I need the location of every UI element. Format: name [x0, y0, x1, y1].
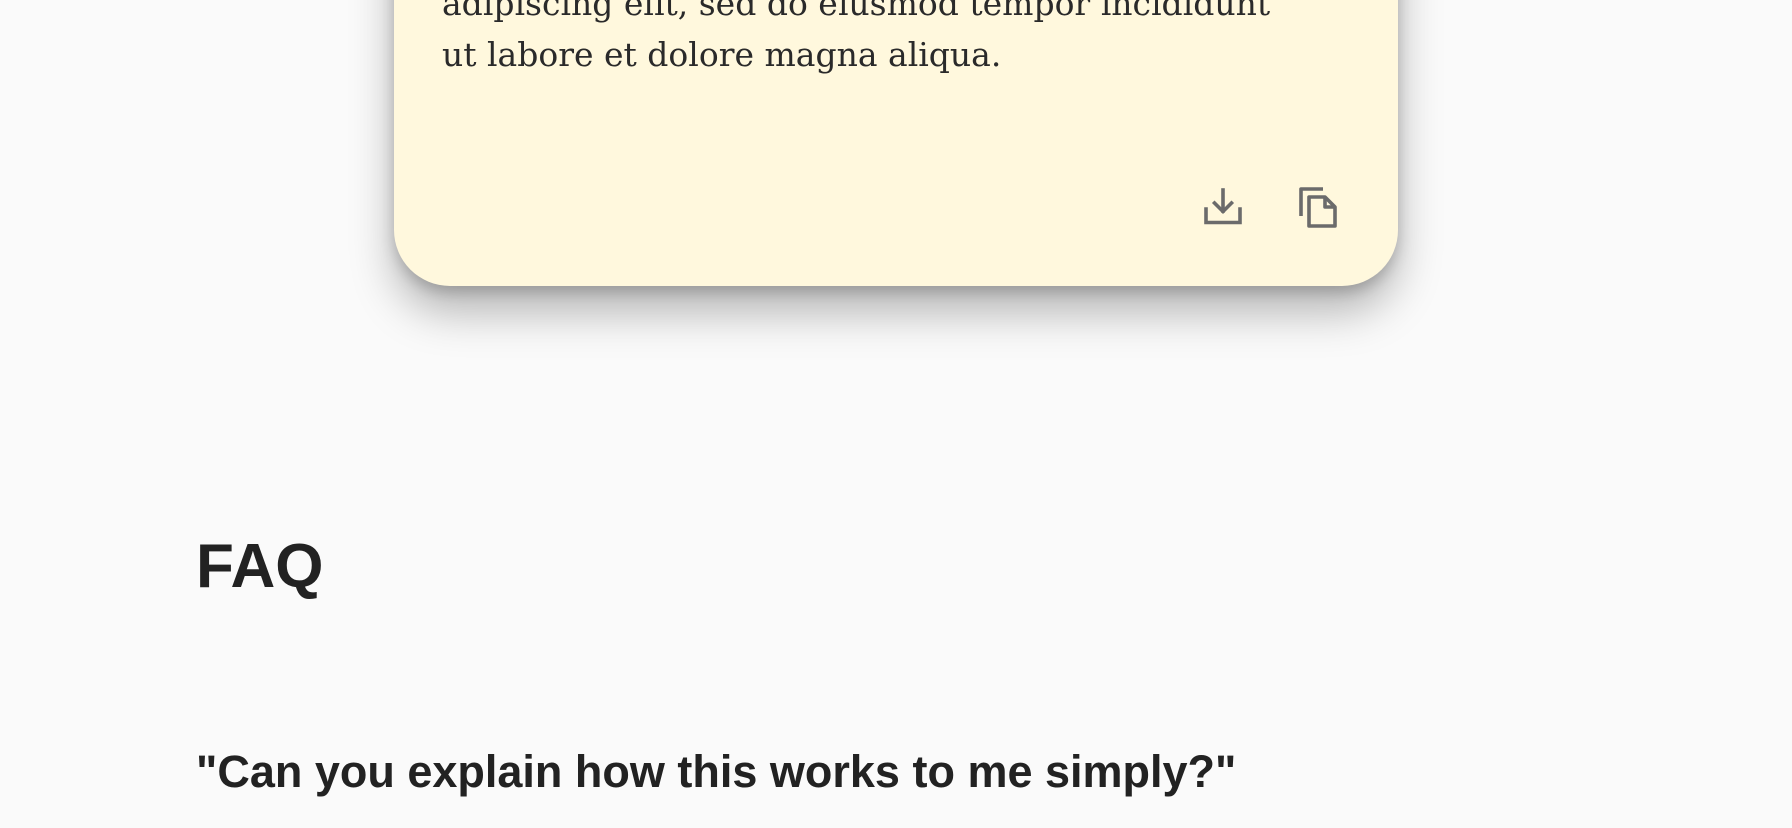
faq-question[interactable]: "Can you explain how this works to me si…: [196, 742, 1236, 802]
copy-button[interactable]: [1296, 184, 1342, 230]
card-text: adipiscing elit, sed do eiusmod tempor i…: [442, 0, 1342, 80]
card-text-line-1: adipiscing elit, sed do eiusmod tempor i…: [442, 0, 1271, 23]
card-text-line-2: ut labore et dolore magna aliqua.: [442, 35, 1002, 74]
card-actions: [1200, 184, 1342, 230]
faq-title: FAQ: [196, 532, 324, 601]
copy-icon: [1299, 187, 1337, 228]
page: adipiscing elit, sed do eiusmod tempor i…: [0, 0, 1792, 828]
result-card: adipiscing elit, sed do eiusmod tempor i…: [394, 0, 1398, 286]
download-icon: [1204, 188, 1242, 225]
download-button[interactable]: [1200, 184, 1246, 230]
